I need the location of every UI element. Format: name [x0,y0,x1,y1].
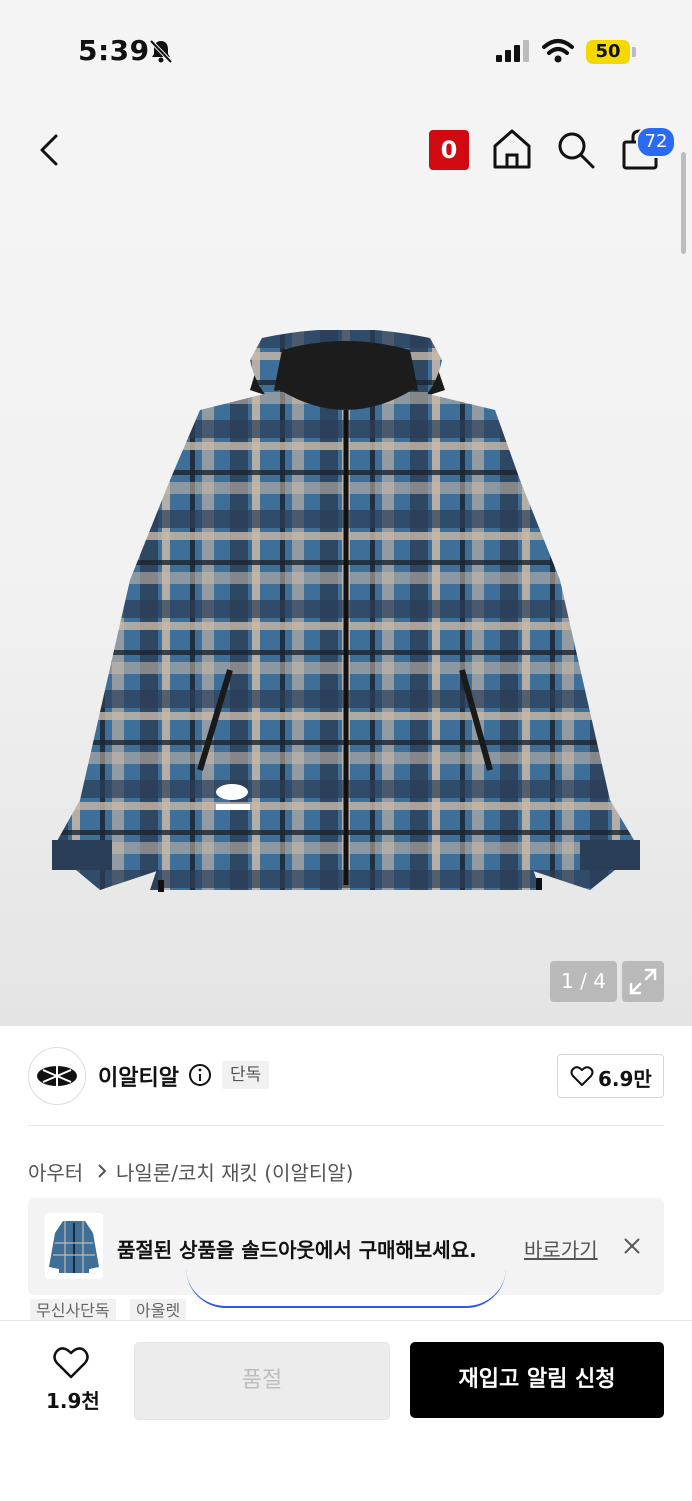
close-icon[interactable] [622,1236,642,1256]
soldout-banner-message: 품절된 상품을 솔드아웃에서 구매해보세요. [117,1238,477,1262]
brand-logo[interactable] [28,1047,86,1105]
product-image-jacket[interactable] [50,330,642,900]
wish-count: 1.9천 [46,1389,100,1413]
brand-logo-mark [37,1066,77,1086]
soldout-banner-link[interactable]: 바로가기 [524,1234,598,1263]
breadcrumb-category[interactable]: 아우터 [28,1157,83,1186]
expand-icon [629,968,657,995]
hidden-popup-edge [186,1262,506,1308]
bell-muted-icon [149,39,173,64]
brand-like-button[interactable]: 6.9만 [557,1054,664,1098]
breadcrumb-subcategory[interactable]: 나일론/코치 재킷 (이알티알) [116,1157,353,1186]
status-bar: 5:39 50 [0,0,692,100]
wifi-icon [542,39,574,63]
battery-level: 50 [586,40,630,64]
heart-icon[interactable] [52,1346,90,1380]
brand-like-count: 6.9만 [598,1067,652,1091]
scrollbar[interactable] [681,152,686,254]
home-icon[interactable] [492,128,532,170]
battery-cap [632,47,636,57]
restock-alert-button[interactable]: 재입고 알림 신청 [410,1342,664,1418]
status-time: 5:39 [78,34,150,67]
heart-icon [570,1066,594,1086]
brand-name[interactable]: 이알티알 [98,1060,179,1092]
divider [28,1125,664,1126]
exclusive-badge: 단독 [222,1061,270,1089]
back-icon[interactable] [36,132,64,168]
signal-icon [496,40,529,62]
musinsa-logo-badge[interactable]: 0 [429,130,469,170]
info-icon[interactable] [188,1063,212,1087]
search-icon[interactable] [556,130,596,170]
cart-count-badge: 72 [636,126,676,158]
expand-button[interactable] [622,961,664,1002]
soldout-button: 품절 [134,1342,390,1420]
chevron-right-icon [98,1164,107,1178]
image-pager: 1 / 4 [550,961,617,1002]
banner-thumbnail [45,1213,103,1279]
